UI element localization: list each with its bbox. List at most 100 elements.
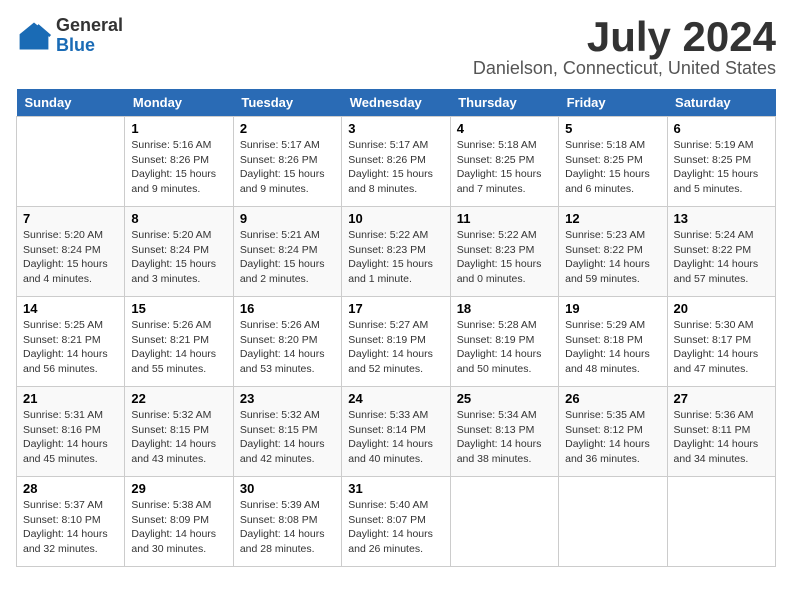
calendar-header-thursday: Thursday: [450, 89, 558, 117]
day-number: 26: [565, 391, 660, 406]
day-info: Sunrise: 5:27 AM Sunset: 8:19 PM Dayligh…: [348, 318, 443, 377]
day-info: Sunrise: 5:40 AM Sunset: 8:07 PM Dayligh…: [348, 498, 443, 557]
calendar-header-friday: Friday: [559, 89, 667, 117]
logo-blue-text: Blue: [56, 36, 123, 56]
day-number: 28: [23, 481, 118, 496]
day-info: Sunrise: 5:33 AM Sunset: 8:14 PM Dayligh…: [348, 408, 443, 467]
calendar-cell: 1 Sunrise: 5:16 AM Sunset: 8:26 PM Daylig…: [125, 117, 233, 207]
day-info: Sunrise: 5:37 AM Sunset: 8:10 PM Dayligh…: [23, 498, 118, 557]
calendar-header-monday: Monday: [125, 89, 233, 117]
day-number: 14: [23, 301, 118, 316]
calendar-header-tuesday: Tuesday: [233, 89, 341, 117]
day-number: 31: [348, 481, 443, 496]
day-number: 5: [565, 121, 660, 136]
day-number: 9: [240, 211, 335, 226]
day-info: Sunrise: 5:34 AM Sunset: 8:13 PM Dayligh…: [457, 408, 552, 467]
calendar-header-sunday: Sunday: [17, 89, 125, 117]
calendar-table: SundayMondayTuesdayWednesdayThursdayFrid…: [16, 89, 776, 567]
day-number: 12: [565, 211, 660, 226]
day-info: Sunrise: 5:28 AM Sunset: 8:19 PM Dayligh…: [457, 318, 552, 377]
day-info: Sunrise: 5:32 AM Sunset: 8:15 PM Dayligh…: [131, 408, 226, 467]
day-number: 22: [131, 391, 226, 406]
day-number: 30: [240, 481, 335, 496]
day-number: 15: [131, 301, 226, 316]
calendar-cell: 29 Sunrise: 5:38 AM Sunset: 8:09 PM Dayli…: [125, 477, 233, 567]
calendar-header-row: SundayMondayTuesdayWednesdayThursdayFrid…: [17, 89, 776, 117]
calendar-cell: 24 Sunrise: 5:33 AM Sunset: 8:14 PM Dayli…: [342, 387, 450, 477]
day-info: Sunrise: 5:35 AM Sunset: 8:12 PM Dayligh…: [565, 408, 660, 467]
day-number: 21: [23, 391, 118, 406]
calendar-cell: 26 Sunrise: 5:35 AM Sunset: 8:12 PM Dayli…: [559, 387, 667, 477]
calendar-cell: 2 Sunrise: 5:17 AM Sunset: 8:26 PM Daylig…: [233, 117, 341, 207]
day-info: Sunrise: 5:30 AM Sunset: 8:17 PM Dayligh…: [674, 318, 769, 377]
calendar-cell: 20Sunrise: 5:30 AM Sunset: 8:17 PM Dayli…: [667, 297, 775, 387]
day-info: Sunrise: 5:18 AM Sunset: 8:25 PM Dayligh…: [457, 138, 552, 197]
day-info: Sunrise: 5:32 AM Sunset: 8:15 PM Dayligh…: [240, 408, 335, 467]
day-info: Sunrise: 5:17 AM Sunset: 8:26 PM Dayligh…: [240, 138, 335, 197]
day-number: 13: [674, 211, 769, 226]
calendar-cell: 4Sunrise: 5:18 AM Sunset: 8:25 PM Daylig…: [450, 117, 558, 207]
day-number: 29: [131, 481, 226, 496]
day-info: Sunrise: 5:38 AM Sunset: 8:09 PM Dayligh…: [131, 498, 226, 557]
calendar-cell: 31 Sunrise: 5:40 AM Sunset: 8:07 PM Dayli…: [342, 477, 450, 567]
calendar-cell: 27 Sunrise: 5:36 AM Sunset: 8:11 PM Dayli…: [667, 387, 775, 477]
calendar-cell: 16 Sunrise: 5:26 AM Sunset: 8:20 PM Dayli…: [233, 297, 341, 387]
day-info: Sunrise: 5:26 AM Sunset: 8:20 PM Dayligh…: [240, 318, 335, 377]
day-number: 18: [457, 301, 552, 316]
day-number: 8: [131, 211, 226, 226]
day-number: 25: [457, 391, 552, 406]
day-number: 1: [131, 121, 226, 136]
day-number: 10: [348, 211, 443, 226]
calendar-cell: 19 Sunrise: 5:29 AM Sunset: 8:18 PM Dayli…: [559, 297, 667, 387]
calendar-cell: 23 Sunrise: 5:32 AM Sunset: 8:15 PM Dayli…: [233, 387, 341, 477]
day-number: 24: [348, 391, 443, 406]
calendar-header-saturday: Saturday: [667, 89, 775, 117]
day-number: 6: [674, 121, 769, 136]
calendar-cell: 6 Sunrise: 5:19 AM Sunset: 8:25 PM Daylig…: [667, 117, 775, 207]
calendar-cell: 12 Sunrise: 5:23 AM Sunset: 8:22 PM Dayli…: [559, 207, 667, 297]
day-number: 7: [23, 211, 118, 226]
day-info: Sunrise: 5:21 AM Sunset: 8:24 PM Dayligh…: [240, 228, 335, 287]
day-info: Sunrise: 5:16 AM Sunset: 8:26 PM Dayligh…: [131, 138, 226, 197]
calendar-cell: 21 Sunrise: 5:31 AM Sunset: 8:16 PM Dayli…: [17, 387, 125, 477]
day-number: 19: [565, 301, 660, 316]
calendar-cell: 18 Sunrise: 5:28 AM Sunset: 8:19 PM Dayli…: [450, 297, 558, 387]
day-info: Sunrise: 5:29 AM Sunset: 8:18 PM Dayligh…: [565, 318, 660, 377]
calendar-week-2: 14Sunrise: 5:25 AM Sunset: 8:21 PM Dayli…: [17, 297, 776, 387]
logo-icon: [16, 18, 52, 54]
day-number: 16: [240, 301, 335, 316]
day-info: Sunrise: 5:17 AM Sunset: 8:26 PM Dayligh…: [348, 138, 443, 197]
day-info: Sunrise: 5:19 AM Sunset: 8:25 PM Dayligh…: [674, 138, 769, 197]
logo-text: General Blue: [56, 16, 123, 56]
calendar-cell: 15 Sunrise: 5:26 AM Sunset: 8:21 PM Dayli…: [125, 297, 233, 387]
calendar-week-0: 1 Sunrise: 5:16 AM Sunset: 8:26 PM Daylig…: [17, 117, 776, 207]
calendar-cell: [667, 477, 775, 567]
day-info: Sunrise: 5:22 AM Sunset: 8:23 PM Dayligh…: [348, 228, 443, 287]
day-number: 23: [240, 391, 335, 406]
calendar-cell: 5 Sunrise: 5:18 AM Sunset: 8:25 PM Daylig…: [559, 117, 667, 207]
header: General Blue July 2024 Danielson, Connec…: [16, 16, 776, 79]
calendar-cell: 28 Sunrise: 5:37 AM Sunset: 8:10 PM Dayli…: [17, 477, 125, 567]
day-number: 2: [240, 121, 335, 136]
day-info: Sunrise: 5:26 AM Sunset: 8:21 PM Dayligh…: [131, 318, 226, 377]
day-info: Sunrise: 5:23 AM Sunset: 8:22 PM Dayligh…: [565, 228, 660, 287]
day-info: Sunrise: 5:18 AM Sunset: 8:25 PM Dayligh…: [565, 138, 660, 197]
day-number: 27: [674, 391, 769, 406]
calendar-week-3: 21 Sunrise: 5:31 AM Sunset: 8:16 PM Dayli…: [17, 387, 776, 477]
day-info: Sunrise: 5:36 AM Sunset: 8:11 PM Dayligh…: [674, 408, 769, 467]
calendar-cell: 25 Sunrise: 5:34 AM Sunset: 8:13 PM Dayli…: [450, 387, 558, 477]
calendar-cell: 14Sunrise: 5:25 AM Sunset: 8:21 PM Dayli…: [17, 297, 125, 387]
calendar-body: 1 Sunrise: 5:16 AM Sunset: 8:26 PM Daylig…: [17, 117, 776, 567]
day-info: Sunrise: 5:20 AM Sunset: 8:24 PM Dayligh…: [23, 228, 118, 287]
logo-general-text: General: [56, 16, 123, 36]
day-info: Sunrise: 5:31 AM Sunset: 8:16 PM Dayligh…: [23, 408, 118, 467]
day-number: 11: [457, 211, 552, 226]
day-info: Sunrise: 5:24 AM Sunset: 8:22 PM Dayligh…: [674, 228, 769, 287]
calendar-cell: 30 Sunrise: 5:39 AM Sunset: 8:08 PM Dayli…: [233, 477, 341, 567]
calendar-cell: [17, 117, 125, 207]
calendar-cell: 17Sunrise: 5:27 AM Sunset: 8:19 PM Dayli…: [342, 297, 450, 387]
calendar-cell: 22 Sunrise: 5:32 AM Sunset: 8:15 PM Dayli…: [125, 387, 233, 477]
calendar-cell: 3Sunrise: 5:17 AM Sunset: 8:26 PM Daylig…: [342, 117, 450, 207]
calendar-cell: [450, 477, 558, 567]
day-info: Sunrise: 5:39 AM Sunset: 8:08 PM Dayligh…: [240, 498, 335, 557]
